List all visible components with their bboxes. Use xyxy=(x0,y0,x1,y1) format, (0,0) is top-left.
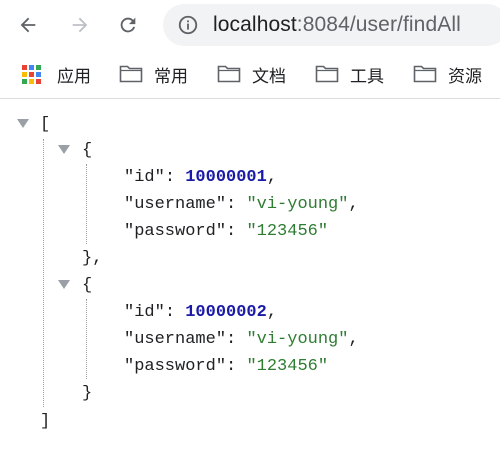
json-key: "username" xyxy=(124,195,227,214)
json-colon: : xyxy=(226,330,247,349)
bookmark-label: 资源 xyxy=(448,66,482,86)
forward-button[interactable] xyxy=(64,9,96,41)
folder-icon xyxy=(413,63,439,85)
folder-icon xyxy=(217,63,243,85)
json-string-value: "vi-young" xyxy=(246,195,349,214)
json-comma: , xyxy=(266,168,278,187)
json-key: "password" xyxy=(124,357,227,376)
bookmark-folder-tools[interactable]: 工具 xyxy=(315,62,384,86)
array-open-bracket: [ xyxy=(40,115,51,134)
json-field-id: "id": 10000002, xyxy=(124,300,277,326)
bookmark-label: 常用 xyxy=(154,66,188,86)
object-open-brace: { xyxy=(82,141,93,160)
json-number-value: 10000001 xyxy=(185,168,267,187)
address-bar[interactable]: localhost:8084/user/findAll xyxy=(163,4,500,46)
json-key: "password" xyxy=(124,222,227,241)
json-colon: : xyxy=(226,222,247,241)
info-icon[interactable] xyxy=(177,14,199,36)
json-field-password: "password": "123456" xyxy=(124,219,328,245)
json-field-password: "password": "123456" xyxy=(124,354,328,380)
bookmark-label: 应用 xyxy=(57,66,91,86)
folder-icon xyxy=(315,63,341,85)
apps-grid-icon xyxy=(22,63,48,85)
bookmark-folder-resources[interactable]: 资源 xyxy=(413,62,482,86)
json-colon: : xyxy=(226,357,247,376)
array-guide-line xyxy=(43,139,44,407)
url-text[interactable]: localhost:8084/user/findAll xyxy=(213,13,461,37)
bookmark-folder-docs[interactable]: 文档 xyxy=(217,62,286,86)
json-string-value: "123456" xyxy=(246,357,329,376)
json-viewer: [ { "id": 10000001, "username": "vi-youn… xyxy=(0,99,500,468)
json-key: "id" xyxy=(124,168,165,187)
json-field-username: "username": "vi-young", xyxy=(124,192,359,218)
browser-toolbar: localhost:8084/user/findAll xyxy=(0,0,500,50)
json-field-id: "id": 10000001, xyxy=(124,165,277,191)
object-open-brace: { xyxy=(82,276,93,295)
json-comma: , xyxy=(266,303,278,322)
json-comma: , xyxy=(348,330,359,349)
url-host: localhost xyxy=(213,13,297,36)
collapse-array-toggle-icon[interactable] xyxy=(17,119,29,128)
json-colon: : xyxy=(164,303,186,322)
bookmark-folder-common[interactable]: 常用 xyxy=(119,62,188,86)
object-close-brace: } xyxy=(82,384,93,403)
json-colon: : xyxy=(164,168,186,187)
bookmarks-bar: 应用 常用 文档 工具 资源 xyxy=(0,50,500,99)
json-number-value: 10000002 xyxy=(185,303,267,322)
folder-icon xyxy=(119,63,145,85)
reload-button[interactable] xyxy=(112,9,144,41)
json-string-value: "123456" xyxy=(246,222,329,241)
bookmark-apps[interactable]: 应用 xyxy=(22,62,91,86)
array-close-bracket: ] xyxy=(40,412,51,431)
object-guide-line xyxy=(86,299,87,379)
reload-icon xyxy=(120,17,136,33)
collapse-object-toggle-icon[interactable] xyxy=(58,145,70,154)
forward-arrow-icon xyxy=(72,17,88,33)
back-arrow-icon xyxy=(20,17,36,33)
object-close-brace: }, xyxy=(82,249,103,268)
json-key: "username" xyxy=(124,330,227,349)
json-string-value: "vi-young" xyxy=(246,330,349,349)
json-colon: : xyxy=(226,195,247,214)
bookmark-label: 工具 xyxy=(350,66,384,86)
json-comma: , xyxy=(348,195,359,214)
bookmark-label: 文档 xyxy=(252,66,286,86)
url-path: :8084/user/findAll xyxy=(296,13,461,36)
json-field-username: "username": "vi-young", xyxy=(124,327,359,353)
collapse-object-toggle-icon[interactable] xyxy=(58,280,70,289)
object-guide-line xyxy=(86,164,87,244)
json-key: "id" xyxy=(124,303,165,322)
back-button[interactable] xyxy=(12,9,44,41)
